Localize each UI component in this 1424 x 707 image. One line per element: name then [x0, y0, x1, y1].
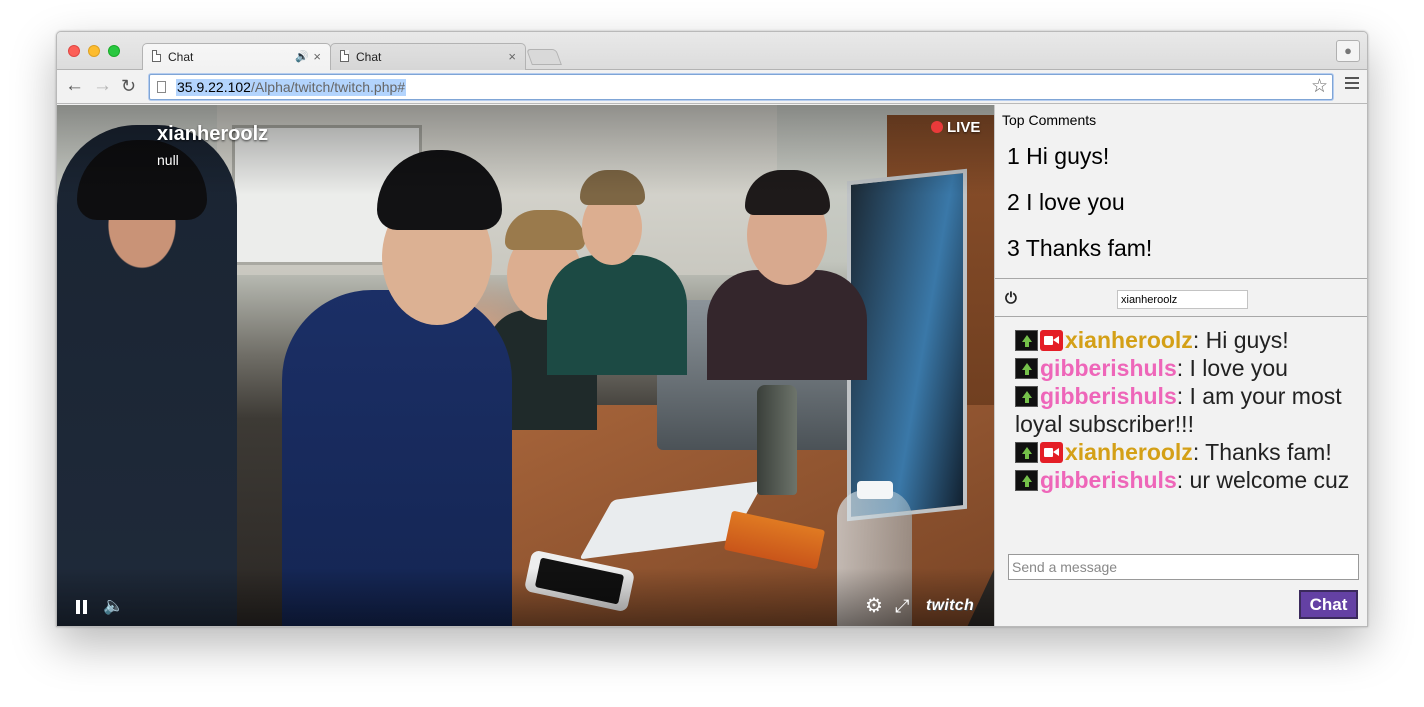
chat-header: ⏻ [995, 280, 1367, 317]
video-scene-bottle-cap [857, 481, 893, 499]
reload-icon[interactable]: ↻ [121, 74, 136, 98]
video-bottom-gradient [57, 568, 994, 626]
chat-username[interactable]: xianheroolz [1065, 327, 1193, 353]
message-input[interactable] [1008, 554, 1359, 580]
chat-username[interactable]: gibberishuls [1040, 383, 1177, 409]
top-comments-heading: Top Comments [1002, 112, 1097, 128]
address-bar[interactable]: 35.9.22.102/Alpha/twitch/twitch.php# ☆ [149, 74, 1333, 100]
top-comment-item: 3 Thanks fam! [1007, 235, 1153, 261]
broadcaster-camera-icon [1040, 442, 1063, 463]
tab-title: Chat [168, 50, 194, 64]
upvote-arrow-icon[interactable] [1015, 358, 1038, 379]
top-comment-item: 2 I love you [1007, 189, 1125, 215]
video-person [282, 150, 512, 626]
chat-message-text: : ur welcome cuz [1176, 467, 1350, 493]
forward-arrow-icon[interactable]: → [93, 74, 112, 98]
chat-message: gibberishuls: I love you [1015, 354, 1355, 382]
upvote-arrow-icon[interactable] [1015, 442, 1038, 463]
chat-username[interactable]: xianheroolz [1065, 439, 1193, 465]
page-icon [340, 50, 349, 62]
chat-send-button[interactable]: Chat [1299, 590, 1358, 619]
close-tab-icon[interactable]: × [313, 44, 321, 70]
power-icon[interactable]: ⏻ [1005, 290, 1017, 307]
new-tab-button[interactable] [526, 49, 562, 65]
page-icon [152, 50, 161, 62]
top-comments-panel: Top Comments 1 Hi guys! 2 I love you 3 T… [995, 105, 1367, 279]
channel-name[interactable]: xianheroolz [157, 123, 268, 146]
profile-icon[interactable]: ● [1336, 40, 1360, 62]
chat-message-text: : Hi guys! [1192, 327, 1289, 353]
close-tab-icon[interactable]: × [508, 44, 516, 70]
live-label: LIVE [947, 119, 981, 136]
url-text[interactable]: 35.9.22.102/Alpha/twitch/twitch.php# [176, 79, 407, 96]
video-person [697, 170, 867, 380]
pause-icon[interactable] [75, 600, 89, 614]
username-field[interactable] [1117, 290, 1248, 309]
chat-message: gibberishuls: ur welcome cuz [1015, 466, 1355, 494]
fullscreen-icon[interactable]: ⤢ [895, 597, 909, 615]
chat-username[interactable]: gibberishuls [1040, 467, 1177, 493]
tab-strip: Chat 🔊 × Chat × ● [57, 32, 1367, 70]
url-host: 35.9.22.102 [177, 79, 251, 95]
video-player[interactable]: xianheroolz null LIVE 🔈 ⚙ ⤢ twitch [57, 105, 994, 626]
browser-window: Chat 🔊 × Chat × ● ← → ↻ 35.9.22.102/Alph… [56, 31, 1368, 627]
gear-icon[interactable]: ⚙ [865, 596, 883, 616]
page-content: xianheroolz null LIVE 🔈 ⚙ ⤢ twitch Top C… [57, 105, 1367, 626]
browser-toolbar: ← → ↻ 35.9.22.102/Alpha/twitch/twitch.ph… [57, 69, 1367, 104]
chat-username[interactable]: gibberishuls [1040, 355, 1177, 381]
tab-chat-inactive[interactable]: Chat × [330, 43, 526, 70]
tab-title: Chat [356, 50, 382, 64]
upvote-arrow-icon[interactable] [1015, 386, 1038, 407]
video-top-gradient [57, 105, 994, 195]
back-arrow-icon[interactable]: ← [65, 74, 84, 98]
upvote-arrow-icon[interactable] [1015, 330, 1038, 351]
speaker-icon[interactable]: 🔊 [295, 44, 309, 70]
zoom-window-button[interactable] [108, 45, 120, 57]
minimize-window-button[interactable] [88, 45, 100, 57]
bookmark-star-icon[interactable]: ☆ [1311, 75, 1328, 99]
chat-message: xianheroolz: Hi guys! [1015, 326, 1355, 354]
close-window-button[interactable] [68, 45, 80, 57]
menu-icon[interactable] [1345, 77, 1359, 91]
broadcaster-camera-icon [1040, 330, 1063, 351]
chat-message-text: : Thanks fam! [1192, 439, 1332, 465]
chat-message: gibberishuls: I am your most loyal subsc… [1015, 382, 1355, 438]
top-comment-item: 1 Hi guys! [1007, 143, 1110, 169]
upvote-arrow-icon[interactable] [1015, 470, 1038, 491]
live-indicator: LIVE [931, 119, 980, 137]
chat-message: xianheroolz: Thanks fam! [1015, 438, 1355, 466]
page-icon [157, 81, 166, 93]
twitch-logo[interactable]: twitch [926, 597, 974, 615]
chat-log: xianheroolz: Hi guys! gibberishuls: I lov… [1015, 326, 1355, 494]
stream-status: null [157, 152, 179, 168]
url-path: /Alpha/twitch/twitch.php# [250, 79, 406, 95]
live-dot-icon [931, 121, 943, 133]
tab-chat-active[interactable]: Chat 🔊 × [142, 43, 331, 70]
volume-icon[interactable]: 🔈 [103, 597, 124, 615]
video-scene-bottle [757, 385, 797, 495]
video-person [537, 170, 687, 375]
chat-message-text: : I love you [1176, 355, 1288, 381]
chat-sidebar: Top Comments 1 Hi guys! 2 I love you 3 T… [994, 105, 1367, 626]
video-person [57, 125, 237, 626]
